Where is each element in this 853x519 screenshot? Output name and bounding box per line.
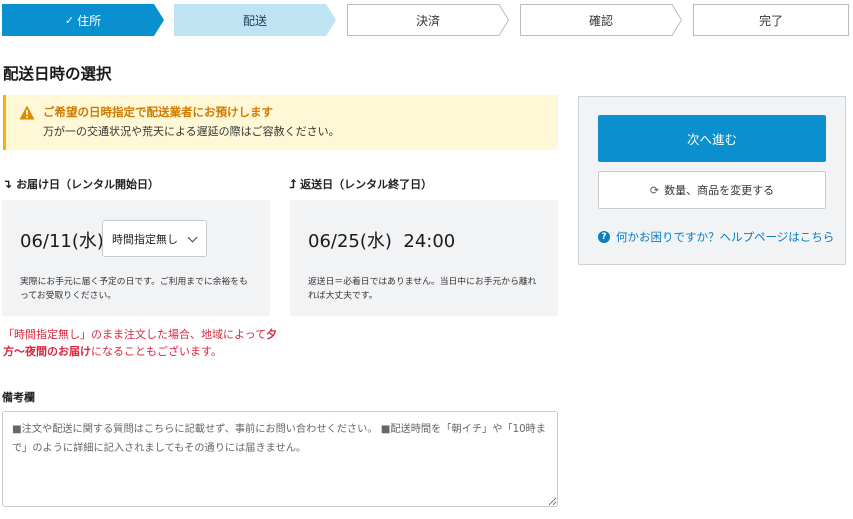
return-date: 06/25(水) 24:00 <box>308 231 456 252</box>
change-items-label: 数量、商品を変更する <box>664 184 775 197</box>
return-date-card: 06/25(水) 24:00 返送日＝必着日ではありません。当日中にお手元から離… <box>290 200 558 316</box>
page-title: 配送日時の選択 <box>3 65 112 83</box>
step-label: 確認 <box>588 13 613 28</box>
return-date-label: ⮥ 返送日（レンタル終了日） <box>289 176 432 192</box>
notice-title: ご希望の日時指定で配送業者にお預けします <box>43 105 273 119</box>
step-label: 決済 <box>415 13 440 28</box>
step-label: 住所 <box>77 13 102 28</box>
step-confirm: 確認 <box>520 4 682 36</box>
warning-icon <box>19 105 35 120</box>
check-icon: ✓ <box>64 13 75 27</box>
step-payment: 決済 <box>347 4 509 36</box>
chevron-down-icon <box>187 232 198 243</box>
notice-body: 万が一の交通状況や荒天による遅延の際はご容赦ください。 <box>43 125 340 138</box>
return-note: 返送日＝必着日ではありません。当日中にお手元から離れれば大丈夫です。 <box>308 277 537 301</box>
delivery-date-card: 06/11(水) 時間指定無し 実際にお手元に届く予定の日です。ご利用までに余裕… <box>2 200 270 316</box>
delivery-date-label: ↴ お届け日（レンタル開始日） <box>2 176 159 192</box>
return-label-text: 返送日（レンタル終了日） <box>300 178 433 191</box>
time-select-value: 時間指定無し <box>112 232 178 246</box>
remarks-textarea[interactable] <box>2 411 558 507</box>
order-sidebar: 次へ進む ⟳ 数量、商品を変更する ? 何かお困りですか？ヘルプページはこちら <box>578 96 846 265</box>
remarks-label: 備考欄 <box>2 391 35 404</box>
refresh-icon: ⟳ <box>649 183 660 197</box>
time-select[interactable]: 時間指定無し <box>102 220 207 257</box>
time-warning-note: 「時間指定無し」のまま注文した場合、地域によって夕方〜夜間のお届けになることもご… <box>3 326 283 360</box>
step-shipping: 配送 <box>174 4 336 36</box>
step-label: 完了 <box>758 13 783 28</box>
help-link[interactable]: ? 何かお困りですか？ヘルプページはこちら <box>598 229 834 245</box>
delivery-label-text: お届け日（レンタル開始日） <box>16 178 160 191</box>
step-complete: 完了 <box>693 4 849 36</box>
change-items-button[interactable]: ⟳ 数量、商品を変更する <box>598 171 826 209</box>
help-link-text: 何かお困りですか？ヘルプページはこちら <box>616 230 835 244</box>
arrow-down-icon: ↴ <box>2 177 13 191</box>
question-icon: ? <box>598 231 610 243</box>
next-button[interactable]: 次へ進む <box>598 115 826 162</box>
delivery-note: 実際にお手元に届く予定の日です。ご利用までに余裕をもってお受取りください。 <box>20 277 248 301</box>
time-warning-part2: になることもございます。 <box>91 345 222 358</box>
checkout-steps: ✓ 住所 配送 決済 確認 完了 <box>0 4 853 36</box>
arrow-up-icon: ⮥ <box>289 176 297 191</box>
step-label: 配送 <box>242 13 267 28</box>
delivery-date: 06/11(水) <box>20 231 104 252</box>
time-warning-part1: 「時間指定無し」のまま注文した場合、地域によって <box>3 328 267 341</box>
step-address[interactable]: ✓ 住所 <box>2 4 164 36</box>
notice-banner: ご希望の日時指定で配送業者にお預けします 万が一の交通状況や荒天による遅延の際は… <box>3 95 558 150</box>
